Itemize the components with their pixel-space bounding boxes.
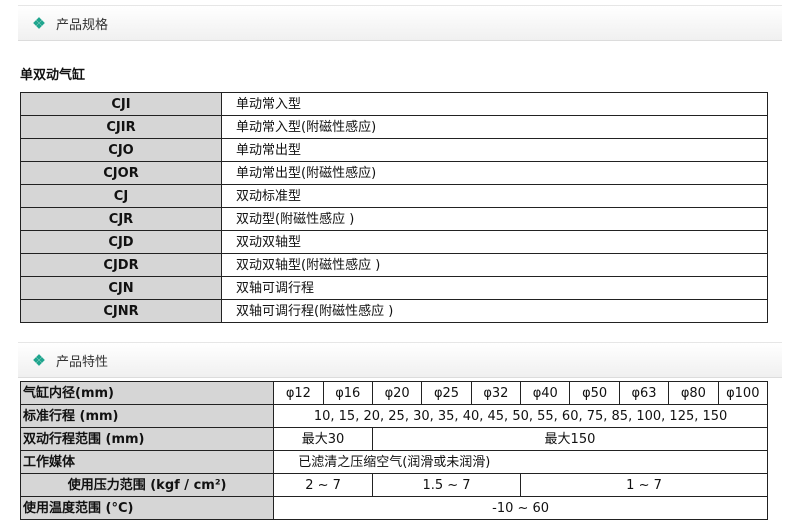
medium-label: 工作媒体 <box>19 450 275 474</box>
temp-value: -10 ~ 60 <box>273 496 768 520</box>
model-desc: 双动型(附磁性感应 ) <box>221 207 768 231</box>
model-code: CJN <box>20 276 222 300</box>
range-value-b: 最大150 <box>371 427 769 451</box>
temp-label: 使用温度范围 (°C) <box>19 496 275 520</box>
table-row: CJN 双轴可调行程 <box>20 276 768 300</box>
bore-cell: φ40 <box>520 381 571 405</box>
bore-cell: φ80 <box>668 381 719 405</box>
bore-cell: φ50 <box>569 381 620 405</box>
model-desc: 双轴可调行程 <box>221 276 768 300</box>
bore-cell: φ100 <box>717 381 769 405</box>
model-desc: 单动常入型(附磁性感应) <box>221 115 768 139</box>
stroke-label: 标准行程 (mm) <box>19 404 275 428</box>
model-code: CJI <box>20 92 222 116</box>
model-code: CJNR <box>20 299 222 323</box>
diamond-icon <box>33 17 45 29</box>
subtitle: 单双动气缸 <box>20 68 86 83</box>
bore-cell: φ20 <box>371 381 423 405</box>
table-row: CJNR 双轴可调行程(附磁性感应 ) <box>20 299 768 323</box>
table-row: CJI 单动常入型 <box>20 92 768 116</box>
table-row: 使用温度范围 (°C) -10 ~ 60 <box>19 496 768 520</box>
table-row: CJDR 双动双轴型(附磁性感应 ) <box>20 253 768 277</box>
model-desc: 单动常出型(附磁性感应) <box>221 161 768 185</box>
model-desc: 双动标准型 <box>221 184 768 208</box>
model-code: CJO <box>20 138 222 162</box>
table-row: CJ 双动标准型 <box>20 184 768 208</box>
table-row: CJR 双动型(附磁性感应 ) <box>20 207 768 231</box>
pressure-value-a: 2 ~ 7 <box>273 473 373 497</box>
table-row: CJO 单动常出型 <box>20 138 768 162</box>
table-row: CJOR 单动常出型(附磁性感应) <box>20 161 768 185</box>
stroke-value: 10, 15, 20, 25, 30, 35, 40, 45, 50, 55, … <box>273 404 768 428</box>
pressure-label: 使用压力范围 (kgf / cm²) <box>19 473 275 497</box>
section-title: 产品规格 <box>56 17 109 33</box>
table-row: 标准行程 (mm) 10, 15, 20, 25, 30, 35, 40, 45… <box>19 404 768 428</box>
specs-table: 气缸内径(mm) φ12 φ16 φ20 φ25 φ32 φ40 φ50 φ63… <box>19 381 769 520</box>
model-desc: 双动双轴型 <box>221 230 768 254</box>
medium-value: 已滤清之压缩空气(润滑或未润滑) <box>273 450 768 474</box>
bore-label: 气缸内径(mm) <box>19 381 275 405</box>
models-table: CJI 单动常入型 CJIR 单动常入型(附磁性感应) CJO 单动常出型 CJOR 单动常出… <box>20 92 768 323</box>
model-code: CJR <box>20 207 222 231</box>
model-desc: 单动常入型 <box>221 92 768 116</box>
model-code: CJIR <box>20 115 222 139</box>
section-header-features: 产品特性 <box>18 342 782 378</box>
pressure-value-c: 1 ~ 7 <box>520 473 768 497</box>
model-code: CJOR <box>20 161 222 185</box>
section-header-specs: 产品规格 <box>18 5 782 41</box>
table-row: 气缸内径(mm) φ12 φ16 φ20 φ25 φ32 φ40 φ50 φ63… <box>19 381 769 405</box>
bore-cell: φ32 <box>470 381 522 405</box>
pressure-value-b: 1.5 ~ 7 <box>371 473 522 497</box>
diamond-icon <box>33 354 45 366</box>
table-row: CJD 双动双轴型 <box>20 230 768 254</box>
range-value-a: 最大30 <box>273 427 373 451</box>
section-title: 产品特性 <box>56 354 109 370</box>
model-code: CJDR <box>20 253 222 277</box>
model-desc: 单动常出型 <box>221 138 768 162</box>
table-row: 工作媒体 已滤清之压缩空气(润滑或未润滑) <box>19 450 768 474</box>
table-row: 双动行程范围 (mm) 最大30 最大150 <box>19 427 769 451</box>
model-desc: 双轴可调行程(附磁性感应 ) <box>221 299 768 323</box>
table-row: 使用压力范围 (kgf / cm²) 2 ~ 7 1.5 ~ 7 1 ~ 7 <box>19 473 768 497</box>
model-code: CJ <box>20 184 222 208</box>
bore-cell: φ63 <box>618 381 670 405</box>
range-label: 双动行程范围 (mm) <box>19 427 275 451</box>
bore-cell: φ25 <box>421 381 472 405</box>
bore-cell: φ12 <box>273 381 324 405</box>
bore-cell: φ16 <box>322 381 373 405</box>
table-row: CJIR 单动常入型(附磁性感应) <box>20 115 768 139</box>
model-desc: 双动双轴型(附磁性感应 ) <box>221 253 768 277</box>
model-code: CJD <box>20 230 222 254</box>
